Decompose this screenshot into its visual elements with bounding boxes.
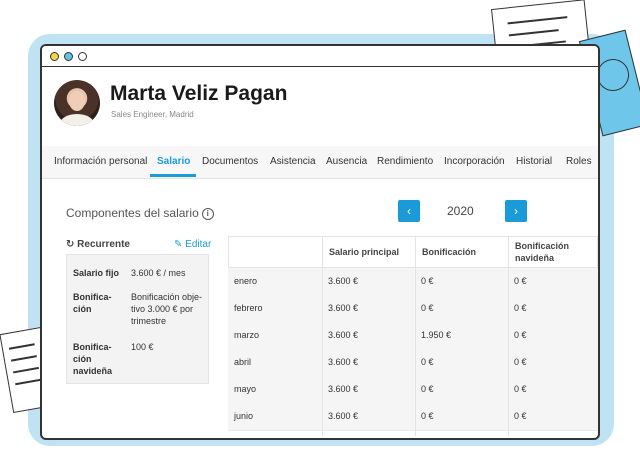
column-header-bonificacion-navidena: Bonificación navideña xyxy=(515,241,570,263)
window-dot-white[interactable] xyxy=(78,51,87,61)
table-row: mayo 3.600 € 0 € 0 € xyxy=(228,376,598,404)
salary-cell: 3.600 € xyxy=(328,357,359,367)
tab-salario[interactable]: Salario xyxy=(157,156,190,167)
month-cell: junio xyxy=(234,411,254,421)
tab-documentos[interactable]: Documentos xyxy=(202,156,258,167)
christmas-bonus-cell: 0 € xyxy=(514,357,527,367)
refresh-icon: ↻ xyxy=(66,239,75,250)
table-row: enero 3.600 € 0 € 0 € xyxy=(228,268,598,296)
salary-cell: 3.600 € xyxy=(328,276,359,286)
next-year-button[interactable]: › xyxy=(505,200,527,222)
employee-name: Marta Veliz Pagan xyxy=(110,82,288,105)
year-display: 2020 xyxy=(447,204,474,218)
avatar xyxy=(54,80,100,126)
table-row: febrero 3.600 € 0 € 0 € xyxy=(228,295,598,323)
tab-rendimiento[interactable]: Rendimiento xyxy=(377,156,433,167)
component-label: Salario fijo xyxy=(73,268,120,278)
window-dot-yellow[interactable] xyxy=(50,51,59,61)
edit-button[interactable]: ✎ Editar xyxy=(174,239,211,250)
chevron-right-icon: › xyxy=(514,204,518,218)
salary-cell: 3.600 € xyxy=(328,330,359,340)
tab-historial[interactable]: Historial xyxy=(516,156,552,167)
tab-ausencia[interactable]: Ausencia xyxy=(326,156,367,167)
tab-incorporacion[interactable]: Incorporación xyxy=(444,156,505,167)
profile-header: Marta Veliz Pagan Sales Engineer, Madrid xyxy=(42,68,598,140)
active-tab-indicator xyxy=(150,174,196,177)
christmas-bonus-cell: 0 € xyxy=(514,384,527,394)
salary-components-card: Salario fijo 3.600 € / mes Bonifica- ció… xyxy=(66,254,209,384)
table-row: marzo 3.600 € 1.950 € 0 € xyxy=(228,322,598,350)
chevron-left-icon: ‹ xyxy=(407,204,411,218)
salary-section-title: Componentes del salario i xyxy=(66,206,214,220)
salary-section-title-text: Componentes del salario xyxy=(66,206,199,220)
bonus-cell: 0 € xyxy=(421,384,434,394)
window-titlebar xyxy=(42,46,598,67)
column-header-salario-principal: Salario principal xyxy=(329,247,400,257)
component-label: Bonifica- ción xyxy=(73,292,112,314)
tab-informacion-personal[interactable]: Información personal xyxy=(54,156,147,167)
month-cell: abril xyxy=(234,357,252,367)
component-value: 100 € xyxy=(131,342,154,352)
column-divider xyxy=(322,236,323,436)
edit-label: Editar xyxy=(185,239,212,250)
component-label: Bonifica- ción navideña xyxy=(73,342,113,376)
table-header: Salario principal Bonificación Bonificac… xyxy=(228,236,598,268)
christmas-bonus-cell: 0 € xyxy=(514,330,527,340)
month-cell: marzo xyxy=(234,330,260,340)
browser-window: Marta Veliz Pagan Sales Engineer, Madrid… xyxy=(40,44,600,440)
bonus-cell: 0 € xyxy=(421,303,434,313)
tab-asistencia[interactable]: Asistencia xyxy=(270,156,316,167)
info-icon[interactable]: i xyxy=(201,208,214,220)
pencil-icon: ✎ xyxy=(174,239,183,250)
table-row: junio 3.600 € 0 € 0 € xyxy=(228,403,598,431)
christmas-bonus-cell: 0 € xyxy=(514,276,527,286)
salary-cell: 3.600 € xyxy=(328,411,359,421)
tab-bar: Información personal Salario Documentos … xyxy=(42,146,598,179)
month-cell: febrero xyxy=(234,303,263,313)
salary-cell: 3.600 € xyxy=(328,384,359,394)
column-divider xyxy=(415,236,416,436)
column-header-bonificacion: Bonificación xyxy=(422,247,477,257)
bonus-cell: 0 € xyxy=(421,276,434,286)
component-value: 3.600 € / mes xyxy=(131,268,186,278)
tab-roles[interactable]: Roles xyxy=(566,156,592,167)
month-cell: mayo xyxy=(234,384,257,394)
bonus-cell: 1.950 € xyxy=(421,330,452,340)
employee-subtitle: Sales Engineer, Madrid xyxy=(111,110,194,119)
recurrente-heading: ↻ Recurrente xyxy=(66,239,130,250)
christmas-bonus-cell: 0 € xyxy=(514,303,527,313)
bonus-cell: 0 € xyxy=(421,357,434,367)
column-divider xyxy=(508,236,509,436)
recurrente-label: Recurrente xyxy=(77,239,130,250)
bonus-cell: 0 € xyxy=(421,411,434,421)
window-dot-blue[interactable] xyxy=(64,51,73,61)
month-cell: enero xyxy=(234,276,258,286)
salary-cell: 3.600 € xyxy=(328,303,359,313)
christmas-bonus-cell: 0 € xyxy=(514,411,527,421)
prev-year-button[interactable]: ‹ xyxy=(398,200,420,222)
component-value: Bonificación obje- tivo 3.000 € por trim… xyxy=(131,292,203,326)
table-row: abril 3.600 € 0 € 0 € xyxy=(228,349,598,377)
